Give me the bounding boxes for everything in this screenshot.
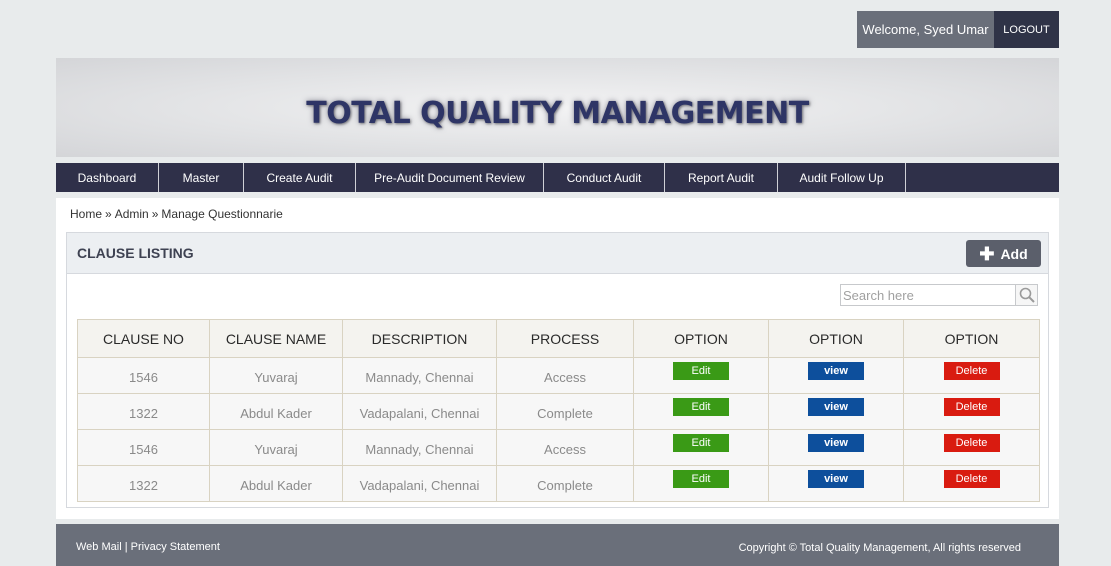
breadcrumb-separator: » xyxy=(151,207,159,221)
cell-process: Access xyxy=(496,429,634,466)
user-bar: Welcome, Syed Umar LOGOUT xyxy=(857,11,1059,48)
cell-process: Complete xyxy=(496,465,634,502)
cell-view: view xyxy=(768,357,904,394)
breadcrumb: Home» Admin» Manage Questionnarie xyxy=(70,207,283,221)
nav-create-audit[interactable]: Create Audit xyxy=(244,163,356,192)
view-button[interactable]: view xyxy=(808,434,864,452)
search-button[interactable] xyxy=(1015,285,1037,305)
delete-button[interactable]: Delete xyxy=(943,362,1000,380)
col-description: DESCRIPTION xyxy=(342,319,497,358)
cell-process: Complete xyxy=(496,393,634,430)
search-box xyxy=(840,284,1038,306)
col-process: PROCESS xyxy=(496,319,634,358)
main-nav: Dashboard Master Create Audit Pre-Audit … xyxy=(56,163,1059,192)
nav-report-audit[interactable]: Report Audit xyxy=(665,163,778,192)
panel-header: CLAUSE LISTING ✚ Add xyxy=(67,233,1048,274)
privacy-link[interactable]: Privacy Statement xyxy=(131,541,220,553)
breadcrumb-admin[interactable]: Admin xyxy=(115,207,149,221)
cell-delete: Delete xyxy=(903,429,1040,466)
site-title: TOTAL QUALITY MANAGEMENT xyxy=(306,96,809,131)
cell-edit: Edit xyxy=(633,357,769,394)
main-content: Home» Admin» Manage Questionnarie CLAUSE L… xyxy=(56,198,1059,519)
cell-clause-no: 1322 xyxy=(77,465,210,502)
view-button[interactable]: view xyxy=(808,470,864,488)
cell-delete: Delete xyxy=(903,357,1040,394)
cell-view: view xyxy=(768,393,904,430)
cell-description: Mannady, Chennai xyxy=(342,357,497,394)
clause-listing-panel: CLAUSE LISTING ✚ Add CLAUSE NO xyxy=(66,232,1049,508)
cell-description: Vadapalani, Chennai xyxy=(342,465,497,502)
cell-clause-name: Yuvaraj xyxy=(209,429,343,466)
edit-button[interactable]: Edit xyxy=(673,434,729,452)
breadcrumb-separator: » xyxy=(105,207,112,221)
col-option-delete: OPTION xyxy=(903,319,1040,358)
table-row: 1546 Yuvaraj Mannady, Chennai Access Edi… xyxy=(77,429,1040,466)
nav-pre-audit-document-review[interactable]: Pre-Audit Document Review xyxy=(356,163,544,192)
nav-audit-follow-up[interactable]: Audit Follow Up xyxy=(778,163,906,192)
col-clause-no: CLAUSE NO xyxy=(77,319,210,358)
delete-button[interactable]: Delete xyxy=(943,434,1000,452)
breadcrumb-current: Manage Questionnarie xyxy=(161,207,283,221)
view-button[interactable]: view xyxy=(808,362,864,380)
table-row: 1546 Yuvaraj Mannady, Chennai Access Edi… xyxy=(77,357,1040,394)
clause-table: CLAUSE NO CLAUSE NAME DESCRIPTION PROCES… xyxy=(77,319,1040,502)
cell-view: view xyxy=(768,429,904,466)
cell-clause-no: 1546 xyxy=(77,429,210,466)
table-row: 1322 Abdul Kader Vadapalani, Chennai Com… xyxy=(77,393,1040,430)
footer-divider: | xyxy=(124,541,128,553)
cell-clause-no: 1322 xyxy=(77,393,210,430)
cell-view: view xyxy=(768,465,904,502)
edit-button[interactable]: Edit xyxy=(673,362,729,380)
breadcrumb-home[interactable]: Home xyxy=(70,207,102,221)
edit-button[interactable]: Edit xyxy=(673,398,729,416)
cell-description: Vadapalani, Chennai xyxy=(342,393,497,430)
nav-master[interactable]: Master xyxy=(159,163,244,192)
cell-delete: Delete xyxy=(903,393,1040,430)
header-banner: TOTAL QUALITY MANAGEMENT xyxy=(56,58,1059,157)
col-option-edit: OPTION xyxy=(633,319,769,358)
add-button-label: Add xyxy=(1000,245,1028,262)
plus-icon: ✚ xyxy=(979,243,995,264)
cell-clause-name: Abdul Kader xyxy=(209,465,343,502)
cell-edit: Edit xyxy=(633,393,769,430)
copyright-text: Copyright © Total Quality Management, Al… xyxy=(738,542,1021,554)
delete-button[interactable]: Delete xyxy=(943,470,1000,488)
cell-description: Mannady, Chennai xyxy=(342,429,497,466)
cell-clause-no: 1546 xyxy=(77,357,210,394)
edit-button[interactable]: Edit xyxy=(673,470,729,488)
nav-conduct-audit[interactable]: Conduct Audit xyxy=(544,163,665,192)
cell-edit: Edit xyxy=(633,429,769,466)
webmail-link[interactable]: Web Mail xyxy=(76,541,122,553)
logout-button[interactable]: LOGOUT xyxy=(994,11,1059,48)
cell-edit: Edit xyxy=(633,465,769,502)
search-input[interactable] xyxy=(841,285,1015,305)
nav-dashboard[interactable]: Dashboard xyxy=(56,163,159,192)
col-option-view: OPTION xyxy=(768,319,904,358)
add-button[interactable]: ✚ Add xyxy=(966,240,1041,267)
cell-clause-name: Abdul Kader xyxy=(209,393,343,430)
footer-links: Web Mail | Privacy Statement xyxy=(76,541,220,553)
search-icon xyxy=(1019,287,1035,303)
table-row: 1322 Abdul Kader Vadapalani, Chennai Com… xyxy=(77,465,1040,502)
panel-title: CLAUSE LISTING xyxy=(77,245,194,261)
cell-clause-name: Yuvaraj xyxy=(209,357,343,394)
table-header-row: CLAUSE NO CLAUSE NAME DESCRIPTION PROCES… xyxy=(77,319,1040,358)
cell-process: Access xyxy=(496,357,634,394)
footer: Web Mail | Privacy Statement Copyright ©… xyxy=(56,524,1059,566)
welcome-text: Welcome, Syed Umar xyxy=(857,11,994,48)
view-button[interactable]: view xyxy=(808,398,864,416)
col-clause-name: CLAUSE NAME xyxy=(209,319,343,358)
cell-delete: Delete xyxy=(903,465,1040,502)
delete-button[interactable]: Delete xyxy=(943,398,1000,416)
